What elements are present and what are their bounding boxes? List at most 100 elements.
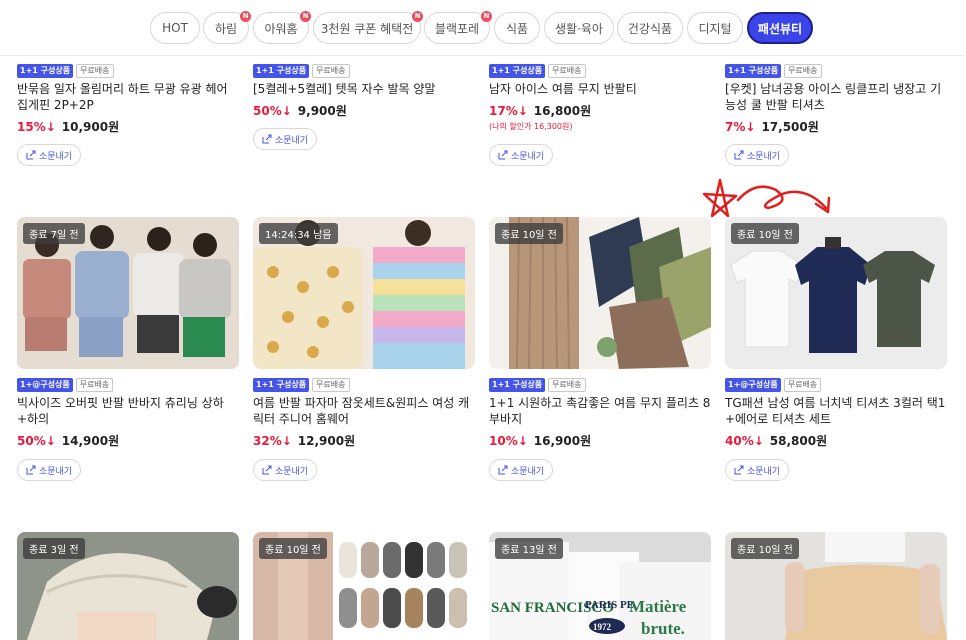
free-shipping-tag: 무료배송 <box>783 378 822 392</box>
deal-timer: 종료 3일 전 <box>23 538 85 559</box>
shirt-print: brute. <box>641 619 685 638</box>
discount-rate: 7%↓ <box>725 119 756 134</box>
product-price: 17%↓ 16,800원 <box>489 102 591 119</box>
category-chip-digital[interactable]: 디지털 <box>687 12 743 44</box>
product-image[interactable]: 종료 3일 전 <box>17 532 239 640</box>
category-label: 블랙포레 <box>434 21 480 36</box>
shirt-print: PARIS PE <box>585 599 634 611</box>
product-title[interactable]: [우켓] 남녀공용 아이스 링클프리 냉장고 기능성 쿨 반팔 티셔츠 <box>725 81 947 113</box>
category-chip-coupon[interactable]: 3천원 쿠폰 혜택전 N <box>313 11 423 44</box>
product-title[interactable]: 빅사이즈 오버핏 반팔 반바지 츄리닝 상하 +하의 <box>17 395 239 427</box>
product-image[interactable]: 종료 10일 전 <box>725 217 947 369</box>
bundle-tag: 1+1 구성상품 <box>725 64 782 78</box>
free-shipping-tag: 무료배송 <box>784 64 822 78</box>
product-price: 10%↓ 16,900원 <box>489 432 591 449</box>
discount-rate: 40%↓ <box>725 433 764 448</box>
sale-price: 16,800원 <box>533 104 592 118</box>
free-shipping-tag: 무료배송 <box>312 64 350 78</box>
share-icon <box>498 465 508 475</box>
free-shipping-tag: 무료배송 <box>548 64 586 78</box>
category-chip-hot[interactable]: HOT <box>150 12 200 44</box>
deal-timer: 14:24:34 남음 <box>259 223 338 244</box>
share-icon <box>734 150 744 160</box>
sale-price: 16,900원 <box>533 434 592 448</box>
category-chip-blackforet[interactable]: 블랙포레 N <box>424 11 492 44</box>
deal-timer: 종료 10일 전 <box>731 538 799 559</box>
product-image[interactable]: 종료 10일 전 <box>253 532 475 640</box>
share-icon <box>262 134 272 144</box>
category-chip-fashion[interactable]: 패션뷰티 <box>747 12 813 44</box>
bundle-tag: 1+1 구성상품 <box>253 64 310 78</box>
share-label: 소문내기 <box>274 135 309 146</box>
share-label: 소문내기 <box>510 466 545 477</box>
product-title[interactable]: 여름 반팔 파자마 잠옷세트&원피스 여성 캐릭터 주니어 홈웨어 <box>253 395 475 427</box>
share-button[interactable]: 소문내기 <box>17 144 81 166</box>
deal-timer: 종료 7일 전 <box>23 223 85 244</box>
product-image[interactable]: 종료 10일 전 <box>489 217 711 369</box>
sale-price: 10,900원 <box>61 120 120 134</box>
category-label: 아워홈 <box>264 21 298 36</box>
category-label: 3천원 쿠폰 혜택전 <box>320 21 414 36</box>
category-chip-ourhome[interactable]: 아워홈 N <box>253 11 311 44</box>
share-label: 소문내기 <box>38 466 73 477</box>
share-button[interactable]: 소문내기 <box>489 459 553 481</box>
discount-rate: 50%↓ <box>253 103 292 118</box>
sale-price: 14,900원 <box>61 434 120 448</box>
category-label: 생활·육아 <box>555 21 603 36</box>
category-label: 디지털 <box>698 21 732 36</box>
product-image[interactable]: SAN FRANCISCO PARIS PE 1972 Matière brut… <box>489 532 711 640</box>
product-title[interactable]: 반묶음 일자 올림머리 하트 무광 유광 헤어 집게핀 2P+2P <box>17 81 239 113</box>
product-image[interactable]: 종료 7일 전 <box>17 217 239 369</box>
product-title[interactable]: [5켤레+5켤레] 텟목 자수 발목 양말 <box>253 81 475 97</box>
product-image[interactable]: 14:24:34 남음 <box>253 217 475 369</box>
category-chip-health[interactable]: 건강식품 <box>617 12 683 44</box>
discount-rate: 17%↓ <box>489 103 528 118</box>
category-chip-harim[interactable]: 하림 N <box>203 11 251 44</box>
category-label: 건강식품 <box>627 21 673 36</box>
product-price: 40%↓ 58,800원 <box>725 432 827 449</box>
category-chip-living[interactable]: 생활·육아 <box>544 12 614 44</box>
product-title[interactable]: 남자 아이스 여름 무지 반팔티 <box>489 81 711 97</box>
new-badge: N <box>240 11 251 22</box>
deal-timer: 종료 10일 전 <box>259 538 327 559</box>
my-discount-price: (나의 할인가 16,300원) <box>489 122 573 131</box>
sale-price: 17,500원 <box>761 120 819 134</box>
share-button[interactable]: 소문내기 <box>725 144 789 166</box>
product-price: 7%↓ 17,500원 <box>725 118 819 135</box>
discount-rate: 10%↓ <box>489 433 528 448</box>
share-label: 소문내기 <box>274 466 309 477</box>
category-bar: HOT 하림 N 아워홈 N 3천원 쿠폰 혜택전 N 블랙포레 N 식품 생활·육아 … <box>0 0 966 56</box>
share-icon <box>498 150 508 160</box>
free-shipping-tag: 무료배송 <box>75 378 114 392</box>
share-button[interactable]: 소문내기 <box>253 128 317 150</box>
product-title[interactable]: TG패션 남성 여름 너치넥 티셔츠 3컬러 택1 +에어로 티셔츠 세트 <box>725 395 947 427</box>
share-button[interactable]: 소문내기 <box>17 459 81 481</box>
product-price: 50%↓ 9,900원 <box>253 102 347 119</box>
share-label: 소문내기 <box>510 151 545 162</box>
shirt-print: 1972 <box>593 622 612 632</box>
category-label: 식품 <box>505 21 529 36</box>
share-button[interactable]: 소문내기 <box>725 459 789 481</box>
share-icon <box>26 465 36 475</box>
category-chip-food[interactable]: 식품 <box>494 12 540 44</box>
category-label: 하림 <box>214 21 238 36</box>
product-price: 15%↓ 10,900원 <box>17 118 119 135</box>
bundle-tag: 1+1 구성상품 <box>253 378 310 392</box>
share-label: 소문내기 <box>746 466 781 477</box>
discount-rate: 50%↓ <box>17 433 56 448</box>
discount-rate: 32%↓ <box>253 433 292 448</box>
share-button[interactable]: 소문내기 <box>489 144 553 166</box>
bundle-tag: 1+1 구성상품 <box>17 64 74 78</box>
share-button[interactable]: 소문내기 <box>253 459 317 481</box>
product-title[interactable]: 1+1 시원하고 촉감좋은 여름 무지 플리츠 8부바지 <box>489 395 711 427</box>
product-image[interactable]: 종료 10일 전 <box>725 532 947 640</box>
deal-timer: 종료 10일 전 <box>495 223 563 244</box>
shirt-print: Matière <box>629 597 687 616</box>
sale-price: 58,800원 <box>769 434 828 448</box>
share-label: 소문내기 <box>38 151 73 162</box>
product-price: 50%↓ 14,900원 <box>17 432 119 449</box>
hand-drawn-arrow-annotation <box>702 178 831 218</box>
bundle-tag: 1+1 구성상품 <box>489 64 546 78</box>
discount-rate: 15%↓ <box>17 119 56 134</box>
bundle-tag: 1+@구성상품 <box>17 378 73 392</box>
